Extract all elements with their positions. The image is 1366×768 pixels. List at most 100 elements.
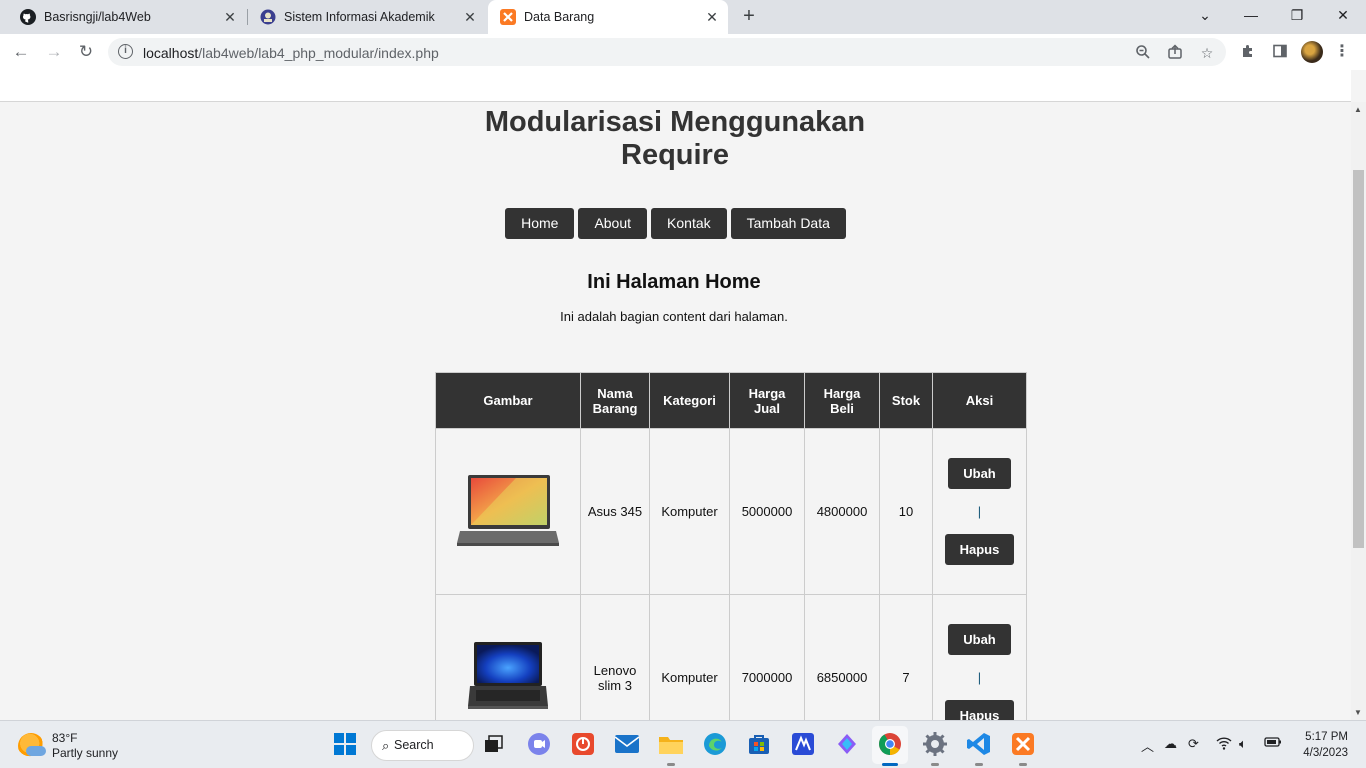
side-panel-icon[interactable] — [1271, 43, 1289, 61]
stok-cell: 7 — [879, 594, 933, 720]
profile-avatar[interactable] — [1301, 41, 1323, 63]
table-header-row: Gambar Nama Barang Kategori Harga Jual H… — [435, 372, 1027, 429]
url-text[interactable]: localhost/lab4web/lab4_php_modular/index… — [143, 45, 439, 61]
hapus-button[interactable]: Hapus — [944, 700, 1015, 720]
active-running-indicator — [882, 763, 898, 766]
th-aksi: Aksi — [932, 372, 1027, 429]
ubah-button[interactable]: Ubah — [948, 458, 1011, 489]
dev-app-icon[interactable] — [788, 729, 818, 759]
harga-beli-cell: 4800000 — [804, 428, 880, 595]
table-row: Asus 345 Komputer 5000000 4800000 10 Uba… — [435, 428, 1027, 595]
university-icon — [260, 9, 276, 25]
restore-icon[interactable]: ❐ — [1274, 0, 1320, 34]
nav-kontak-button[interactable]: Kontak — [651, 208, 727, 239]
new-tab-icon[interactable]: + — [738, 5, 760, 29]
action-separator: | — [977, 504, 982, 519]
stok-cell: 10 — [879, 428, 933, 595]
taskbar-clock[interactable]: 5:17 PM 4/3/2023 — [1298, 729, 1348, 761]
ubah-button[interactable]: Ubah — [948, 624, 1011, 655]
kategori-cell: Komputer — [649, 428, 730, 595]
page-scrollbar[interactable]: ▲ ▼ — [1351, 102, 1366, 720]
zoom-icon[interactable] — [1134, 44, 1152, 62]
forward-icon[interactable]: → — [42, 41, 66, 63]
harga-jual-cell: 7000000 — [729, 594, 805, 720]
show-hidden-icons-icon[interactable]: ︿ — [1141, 736, 1154, 755]
page-viewport: Modularisasi Menggunakan Require Home Ab… — [0, 70, 1366, 720]
office-app-icon[interactable] — [568, 729, 598, 759]
aksi-cell: Ubah | Hapus — [932, 428, 1027, 595]
share-icon[interactable] — [1166, 44, 1184, 62]
tab-strip: Basrisngji/lab4Web ✕ Sistem Informasi Ak… — [0, 0, 1366, 34]
onedrive-cloud-icon[interactable]: ☁ — [1164, 736, 1177, 752]
nama-barang-cell: Lenovo slim 3 — [580, 594, 650, 720]
task-view-icon[interactable] — [479, 729, 509, 759]
th-stok: Stok — [879, 372, 933, 429]
address-bar[interactable]: i localhost/lab4web/lab4_php_modular/ind… — [108, 38, 1226, 66]
weather-description: Partly sunny — [52, 746, 119, 760]
weather-widget[interactable]: 83°F Partly sunny — [18, 731, 118, 761]
data-barang-table: Gambar Nama Barang Kategori Harga Jual H… — [435, 372, 1027, 720]
tab-title: Sistem Informasi Akademik — [284, 10, 435, 24]
menu-kebab-icon[interactable]: ⋮ — [1333, 43, 1351, 61]
file-explorer-icon[interactable] — [656, 729, 686, 759]
clock-time: 5:17 PM — [1305, 731, 1348, 743]
harga-beli-cell: 6850000 — [804, 594, 880, 720]
browser-toolbar: ← → ↻ i localhost/lab4web/lab4_php_modul… — [0, 34, 1366, 70]
vscode-icon[interactable] — [964, 729, 994, 759]
nav-home-button[interactable]: Home — [505, 208, 575, 239]
teams-chat-icon[interactable] — [524, 729, 554, 759]
close-tab-icon[interactable]: ✕ — [460, 9, 480, 26]
tab-github[interactable]: Basrisngji/lab4Web ✕ — [8, 0, 246, 34]
harga-jual-cell: 5000000 — [729, 428, 805, 595]
tab-search-chevron-icon[interactable]: ⌄ — [1182, 0, 1228, 34]
weather-temperature: 83°F — [52, 731, 78, 745]
laptop-lenovo-image — [468, 642, 548, 709]
main-nav: Home About Kontak Tambah Data — [0, 208, 1351, 239]
hapus-button[interactable]: Hapus — [944, 534, 1015, 565]
copilot-icon[interactable] — [832, 729, 862, 759]
search-icon: ⌕ — [382, 738, 390, 753]
volume-icon[interactable]: 🔈︎ — [1239, 736, 1247, 752]
nav-tambah-data-button[interactable]: Tambah Data — [730, 208, 846, 239]
scroll-down-icon[interactable]: ▼ — [1354, 708, 1362, 717]
scrollbar-thumb[interactable] — [1353, 170, 1364, 548]
scroll-up-icon[interactable]: ▲ — [1354, 105, 1362, 114]
github-icon — [20, 9, 36, 25]
wifi-icon[interactable] — [1216, 736, 1232, 753]
sync-icon[interactable]: ⟳ — [1188, 736, 1199, 752]
battery-icon[interactable] — [1264, 736, 1282, 751]
tab-title: Data Barang — [524, 10, 595, 24]
page-heading: Ini Halaman Home — [587, 271, 761, 293]
start-windows-icon[interactable] — [330, 729, 360, 759]
site-info-icon[interactable]: i — [118, 44, 133, 59]
search-label: Search — [394, 738, 434, 752]
bookmark-star-icon[interactable]: ☆ — [1198, 44, 1216, 62]
chrome-icon[interactable] — [875, 729, 905, 759]
back-icon[interactable]: ← — [9, 41, 33, 63]
xampp-taskbar-icon[interactable] — [1008, 729, 1038, 759]
aksi-cell: Ubah | Hapus — [932, 594, 1027, 720]
page-top-band — [0, 70, 1351, 102]
windows-taskbar: 83°F Partly sunny ⌕ Search ︿ ☁ ⟳ 🔈︎ 5:17… — [0, 720, 1366, 768]
close-window-icon[interactable]: ✕ — [1320, 0, 1366, 34]
taskbar-search[interactable]: ⌕ Search — [371, 730, 474, 761]
close-tab-icon[interactable]: ✕ — [702, 9, 722, 26]
clock-date: 4/3/2023 — [1303, 747, 1348, 759]
product-image-cell — [435, 428, 581, 595]
running-indicator — [975, 763, 983, 766]
tab-siakad[interactable]: Sistem Informasi Akademik ✕ — [248, 0, 486, 34]
nama-barang-cell: Asus 345 — [580, 428, 650, 595]
minimize-icon[interactable]: — — [1228, 0, 1274, 34]
tab-data-barang[interactable]: Data Barang ✕ — [488, 0, 728, 34]
th-nama-barang: Nama Barang — [580, 372, 650, 429]
mail-icon[interactable] — [612, 729, 642, 759]
product-image-cell — [435, 594, 581, 720]
store-icon[interactable] — [744, 729, 774, 759]
close-tab-icon[interactable]: ✕ — [220, 9, 240, 26]
extensions-icon[interactable] — [1239, 43, 1257, 61]
site-title: Modularisasi Menggunakan Require — [484, 106, 866, 171]
nav-about-button[interactable]: About — [578, 208, 648, 239]
reload-icon[interactable]: ↻ — [74, 41, 98, 63]
settings-gear-icon[interactable] — [920, 729, 950, 759]
edge-icon[interactable] — [700, 729, 730, 759]
